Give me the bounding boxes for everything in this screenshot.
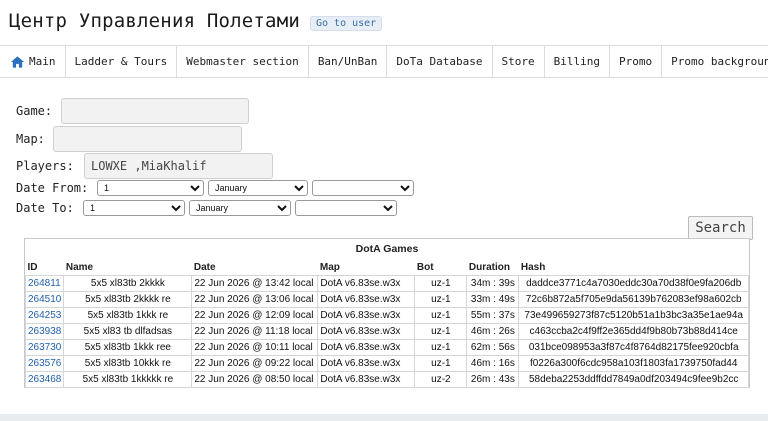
game-name: 5x5 xl83 tb dlfadsas: [63, 323, 193, 340]
game-bot: uz-1: [414, 355, 468, 372]
game-date: 22 Jun 2026 @ 12:09 local: [191, 307, 319, 324]
game-duration: 55m : 37s: [466, 307, 520, 324]
game-map: DotA v6.83se.w3x: [317, 355, 416, 372]
game-hash: f0226a300f6cdc958a103f1803fa1739750fad44: [518, 355, 749, 372]
games-table: ID Name Date Map Bot Duration Hash 26481…: [24, 260, 749, 388]
game-hash: 031bce098953a3f87c4f8764d82175fee920cbfa: [518, 339, 749, 356]
home-icon: [10, 55, 25, 68]
game-date: 22 Jun 2026 @ 11:18 local: [191, 323, 319, 340]
nav-item-store[interactable]: Store: [493, 46, 545, 77]
game-duration: 26m : 43s: [466, 371, 520, 388]
game-bot: uz-1: [414, 275, 468, 292]
search-button[interactable]: Search: [688, 216, 753, 240]
games-table-caption: DotA Games: [355, 243, 419, 255]
nav-item-promo[interactable]: Promo: [610, 46, 663, 77]
game-id-link[interactable]: 264253: [28, 310, 61, 321]
nav-item-dota-database[interactable]: DoTa Database: [387, 46, 493, 77]
date-from-month-select[interactable]: January: [208, 180, 308, 196]
game-input[interactable]: [61, 98, 249, 124]
nav-item-ladder-tours[interactable]: Ladder & Tours: [66, 46, 178, 77]
column-header-bot: Bot: [416, 262, 434, 273]
game-duration: 34m : 39s: [466, 275, 520, 292]
game-map: DotA v6.83se.w3x: [317, 275, 416, 292]
game-map: DotA v6.83se.w3x: [317, 307, 416, 324]
nav-item-ban-unban[interactable]: Ban/UnBan: [309, 46, 388, 77]
game-date: 22 Jun 2026 @ 10:11 local: [191, 339, 319, 356]
table-row: 264253 5x5 xl83tb 1kkk re 22 Jun 2026 @ …: [24, 307, 749, 324]
page-header: Центр Управления Полетами Go to user: [9, 10, 383, 32]
games-table-header: ID Name Date Map Bot Duration Hash: [26, 260, 749, 276]
game-hash: daddce3771c4a7030eddc30a70d38f0e9fa206db: [518, 275, 749, 292]
game-bot: uz-1: [414, 291, 468, 308]
date-from-year-select[interactable]: [312, 180, 414, 196]
game-map: DotA v6.83se.w3x: [317, 323, 416, 340]
go-to-user-button[interactable]: Go to user: [309, 15, 383, 31]
game-id-link[interactable]: 264510: [28, 294, 61, 305]
game-date: 22 Jun 2026 @ 08:50 local: [191, 371, 319, 388]
nav-item-label: Main: [29, 55, 56, 68]
game-label: Game:: [16, 104, 53, 118]
date-to-month-select[interactable]: January: [189, 200, 291, 216]
table-row: 263938 5x5 xl83 tb dlfadsas 22 Jun 2026 …: [24, 323, 749, 340]
game-name: 5x5 xl83tb 1kkk re: [63, 307, 193, 324]
game-bot: uz-1: [414, 339, 468, 356]
game-map: DotA v6.83se.w3x: [317, 371, 416, 388]
main-navbar: Main Ladder & Tours Webmaster section Ba…: [0, 45, 768, 78]
date-from-label: Date From:: [16, 181, 89, 195]
game-date: 22 Jun 2026 @ 09:22 local: [191, 355, 319, 372]
game-date: 22 Jun 2026 @ 13:06 local: [191, 291, 319, 308]
game-bot: uz-2: [414, 371, 468, 388]
date-to-year-select[interactable]: [295, 200, 397, 216]
game-bot: uz-1: [414, 307, 468, 324]
column-header-name: Name: [65, 262, 94, 273]
nav-item-webmaster-section[interactable]: Webmaster section: [177, 46, 309, 77]
game-hash: c463ccba2c4f9ff2e365dd4f9b80b73b88d414ce: [518, 323, 749, 340]
page-bottom-edge: [0, 414, 768, 421]
game-id-link[interactable]: 264811: [28, 278, 61, 289]
game-date: 22 Jun 2026 @ 13:42 local: [191, 275, 319, 292]
game-id-link[interactable]: 263576: [28, 358, 61, 369]
game-hash: 73e499659273f87c5120b51a1b3bc3a35e1ae94a: [518, 307, 749, 324]
players-label: Players:: [16, 159, 74, 173]
game-bot: uz-1: [414, 323, 468, 340]
game-map: DotA v6.83se.w3x: [317, 339, 416, 356]
game-map: DotA v6.83se.w3x: [317, 291, 416, 308]
table-row: 263576 5x5 xl83tb 10kkk re 22 Jun 2026 @…: [24, 355, 749, 372]
game-name: 5x5 xl83tb 2kkkk: [63, 275, 193, 292]
game-name: 5x5 xl83tb 1kkkkk re: [63, 371, 193, 388]
game-name: 5x5 xl83tb 10kkk re: [63, 355, 193, 372]
table-row: 264811 5x5 xl83tb 2kkkk 22 Jun 2026 @ 13…: [24, 275, 749, 292]
game-duration: 46m : 26s: [466, 323, 520, 340]
players-input[interactable]: [84, 153, 273, 179]
game-duration: 33m : 49s: [466, 291, 520, 308]
table-row: 263730 5x5 xl83tb 1kkk ree 22 Jun 2026 @…: [24, 339, 749, 356]
column-header-map: Map: [319, 262, 340, 273]
date-from-day-select[interactable]: 1: [97, 180, 204, 196]
game-duration: 62m : 56s: [466, 339, 520, 356]
game-duration: 46m : 16s: [466, 355, 520, 372]
app-title: Центр Управления Полетами: [9, 10, 300, 32]
nav-item-main[interactable]: Main: [0, 46, 66, 77]
column-header-hash: Hash: [520, 262, 546, 273]
column-header-duration: Duration: [468, 262, 510, 273]
table-row: 264510 5x5 xl83tb 2kkkk re 22 Jun 2026 @…: [24, 291, 749, 308]
game-name: 5x5 xl83tb 2kkkk re: [63, 291, 193, 308]
game-id-link[interactable]: 263730: [28, 342, 61, 353]
map-label: Map:: [16, 132, 45, 146]
game-hash: 72c6b872a5f705e9da56139b762083ef98a602cb: [518, 291, 749, 308]
nav-item-billing[interactable]: Billing: [545, 46, 610, 77]
date-to-day-select[interactable]: 1: [83, 200, 185, 216]
game-id-link[interactable]: 263468: [28, 374, 61, 385]
game-hash: 58deba2253ddffdd7849a0df203494c9fee9b2cc: [518, 371, 749, 388]
column-header-id: ID: [27, 262, 38, 273]
nav-item-promo-background[interactable]: Promo background: [662, 46, 768, 77]
game-name: 5x5 xl83tb 1kkk ree: [63, 339, 193, 356]
column-header-date: Date: [193, 262, 216, 273]
table-row: 263468 5x5 xl83tb 1kkkkk re 22 Jun 2026 …: [24, 371, 749, 388]
game-id-link[interactable]: 263938: [28, 326, 61, 337]
games-panel: DotA Games ID Name Date Map Bot Duration…: [24, 238, 750, 388]
date-to-label: Date To:: [16, 201, 74, 215]
map-input[interactable]: [53, 126, 242, 152]
